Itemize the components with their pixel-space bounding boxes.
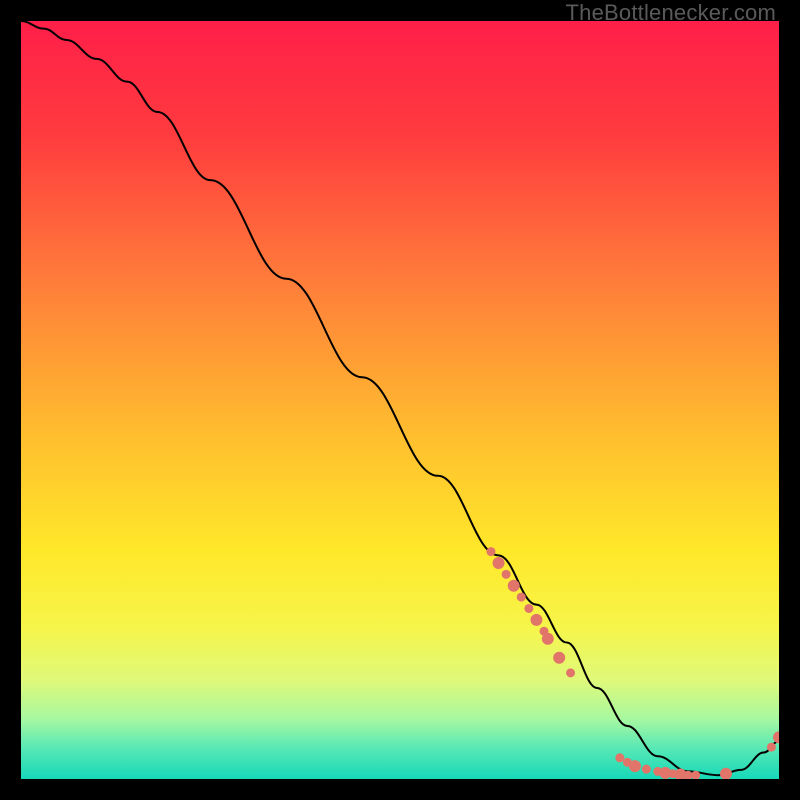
data-point	[642, 765, 651, 774]
data-point	[530, 614, 542, 626]
data-point	[566, 668, 575, 677]
data-point	[508, 580, 520, 592]
data-point	[542, 633, 554, 645]
data-point	[553, 652, 565, 664]
watermark-text: TheBottlenecker.com	[566, 0, 776, 26]
data-point	[615, 753, 624, 762]
data-point	[486, 547, 495, 556]
data-point	[767, 743, 776, 752]
data-point	[629, 760, 641, 772]
data-point	[502, 570, 511, 579]
chart-background	[21, 21, 779, 779]
data-point	[524, 604, 533, 613]
data-point	[493, 557, 505, 569]
chart-svg	[21, 21, 779, 779]
bottleneck-chart	[21, 21, 779, 779]
data-point	[517, 593, 526, 602]
